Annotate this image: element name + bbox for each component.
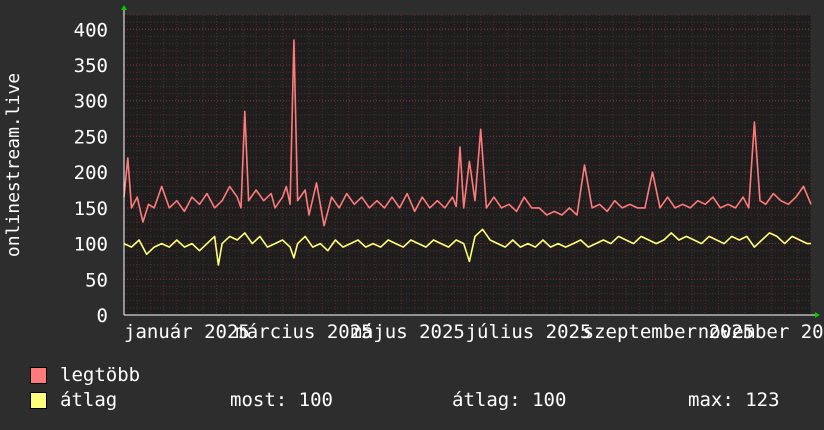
y-tick-label: 200 [74,162,108,184]
line-chart: 050100150200250300350400január 2025márci… [3,5,824,343]
y-tick-label: 350 [74,55,108,77]
y-tick-label: 400 [74,19,108,41]
stat-current: most: 100 [230,389,333,411]
y-tick-label: 0 [97,305,108,327]
y-tick-label: 150 [74,198,108,220]
y-axis-label: onlinestream.live [3,73,24,257]
x-axis-arrow [815,312,820,318]
x-tick-label: július 2025 [466,321,592,343]
stat-average: átlag: 100 [452,389,567,411]
y-tick-label: 100 [74,234,108,256]
legend-label-max: legtöbb [60,364,141,386]
y-tick-label: 300 [74,91,108,113]
legend-label-average: átlag [60,389,118,411]
x-tick-label: május 2025 [350,321,464,343]
legend-swatch-max [30,367,47,384]
stat-max: max: 123 [688,389,780,411]
y-tick-label: 250 [74,126,108,148]
y-axis-arrow [121,5,127,10]
x-tick-label: január 2025 [124,321,250,343]
legend-swatch-average [30,392,47,409]
y-tick-label: 50 [85,269,108,291]
x-tick-label: november 2025 [698,321,824,343]
